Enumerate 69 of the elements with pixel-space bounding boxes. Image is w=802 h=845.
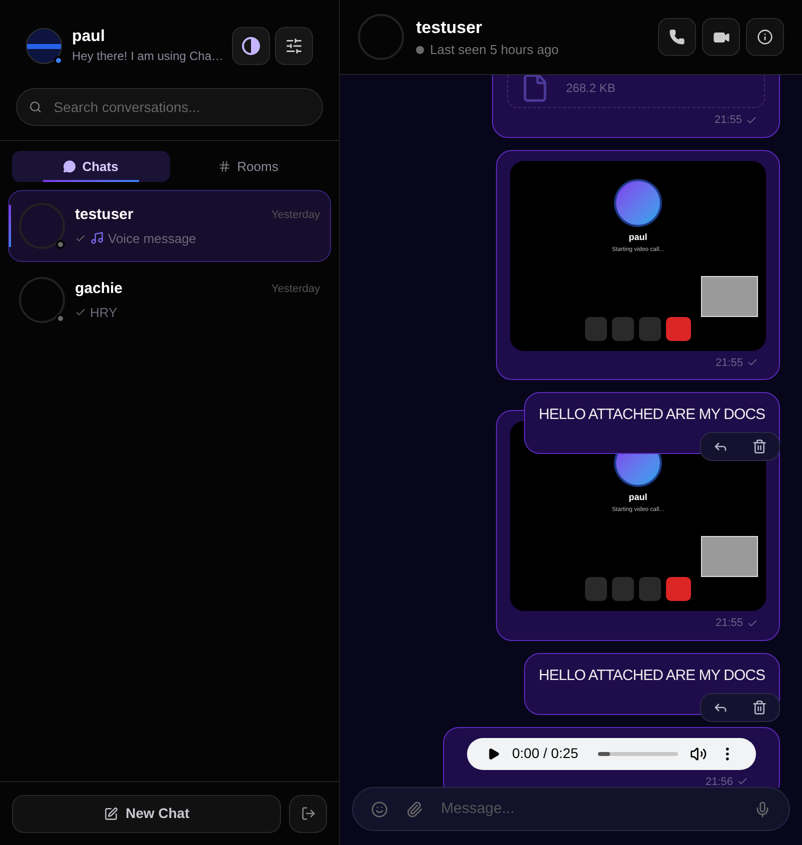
camera-control (612, 577, 634, 601)
logout-button[interactable] (289, 794, 327, 832)
camera-control (612, 316, 634, 340)
sent-check-icon (75, 306, 86, 318)
photo-placeholder (701, 276, 758, 316)
tab[interactable]: Rooms (170, 151, 327, 182)
video-call-button[interactable] (702, 18, 740, 56)
sent-check-icon (75, 232, 86, 244)
message-time: 21:56 (705, 774, 733, 788)
speaker-control (639, 577, 661, 601)
logout-icon (300, 806, 316, 821)
profile-name: paul (72, 27, 106, 47)
conversation-item[interactable]: testuser Yesterday Voice message (8, 190, 331, 262)
hash-icon (218, 160, 232, 173)
emoji-icon[interactable] (371, 800, 388, 818)
audio-progress-track[interactable] (598, 752, 678, 756)
message-time: 21:55 (715, 616, 743, 631)
photo-placeholder (701, 536, 758, 577)
message-preview: Voice message (108, 230, 196, 248)
conversation-time: Yesterday (271, 282, 320, 297)
search-input[interactable]: Search conversations... (54, 96, 310, 118)
contact-avatar (358, 14, 404, 60)
speaker-control (639, 316, 661, 340)
profile-avatar[interactable] (26, 28, 62, 64)
tab[interactable]: Chats (12, 151, 170, 182)
delete-icon[interactable] (752, 439, 767, 454)
message-field[interactable]: Message... (352, 787, 790, 831)
delete-icon[interactable] (752, 700, 767, 714)
profile-status: Hey there! I am using Cha… (72, 48, 224, 65)
sent-check-icon (747, 618, 758, 629)
theme-toggle-button[interactable] (232, 27, 270, 65)
conversation-time: Yesterday (271, 208, 320, 223)
search-icon (29, 100, 42, 114)
settings-icon (285, 37, 303, 55)
play-icon[interactable] (487, 746, 500, 760)
settings-button[interactable] (275, 27, 313, 65)
speech-bubble-icon (63, 160, 76, 173)
contrast-icon (242, 37, 260, 55)
message-time: 21:55 (714, 113, 742, 128)
info-button[interactable] (746, 18, 784, 56)
end-call-control (666, 577, 691, 601)
contact-name: testuser (416, 16, 484, 38)
mute-control (585, 577, 607, 601)
file-size: 268.2 KB (566, 80, 616, 97)
attach-icon[interactable] (406, 800, 423, 818)
volume-icon[interactable] (690, 744, 708, 762)
music-note-icon (90, 231, 104, 246)
microphone-icon[interactable] (754, 800, 771, 818)
audio-time: 0:00 / 0:25 (512, 744, 578, 763)
phone-icon (669, 29, 685, 45)
caller-name: paul (628, 230, 648, 244)
info-icon (757, 29, 773, 45)
message-text: HELLO ATTACHED ARE MY DOCS (538, 666, 765, 684)
message-time: 21:55 (715, 356, 743, 370)
mute-control (585, 316, 607, 340)
message-preview: HRY (90, 304, 118, 322)
end-call-control (666, 316, 691, 340)
edit-icon (104, 806, 118, 820)
search-field[interactable]: Search conversations... (16, 88, 323, 126)
contact-name: gachie (75, 279, 123, 299)
caller-name: paul (628, 491, 648, 504)
new-chat-button[interactable]: New Chat (12, 794, 281, 832)
message-text: HELLO ATTACHED ARE MY DOCS (538, 406, 765, 423)
audio-player[interactable]: 0:00 / 0:25 (467, 738, 756, 770)
sent-check-icon (746, 114, 757, 126)
presence-text: Last seen 5 hours ago (430, 41, 559, 59)
voice-call-button[interactable] (658, 18, 696, 56)
contact-name: testuser (75, 205, 134, 225)
conversation-item[interactable]: gachie Yesterday HRY (8, 264, 331, 336)
